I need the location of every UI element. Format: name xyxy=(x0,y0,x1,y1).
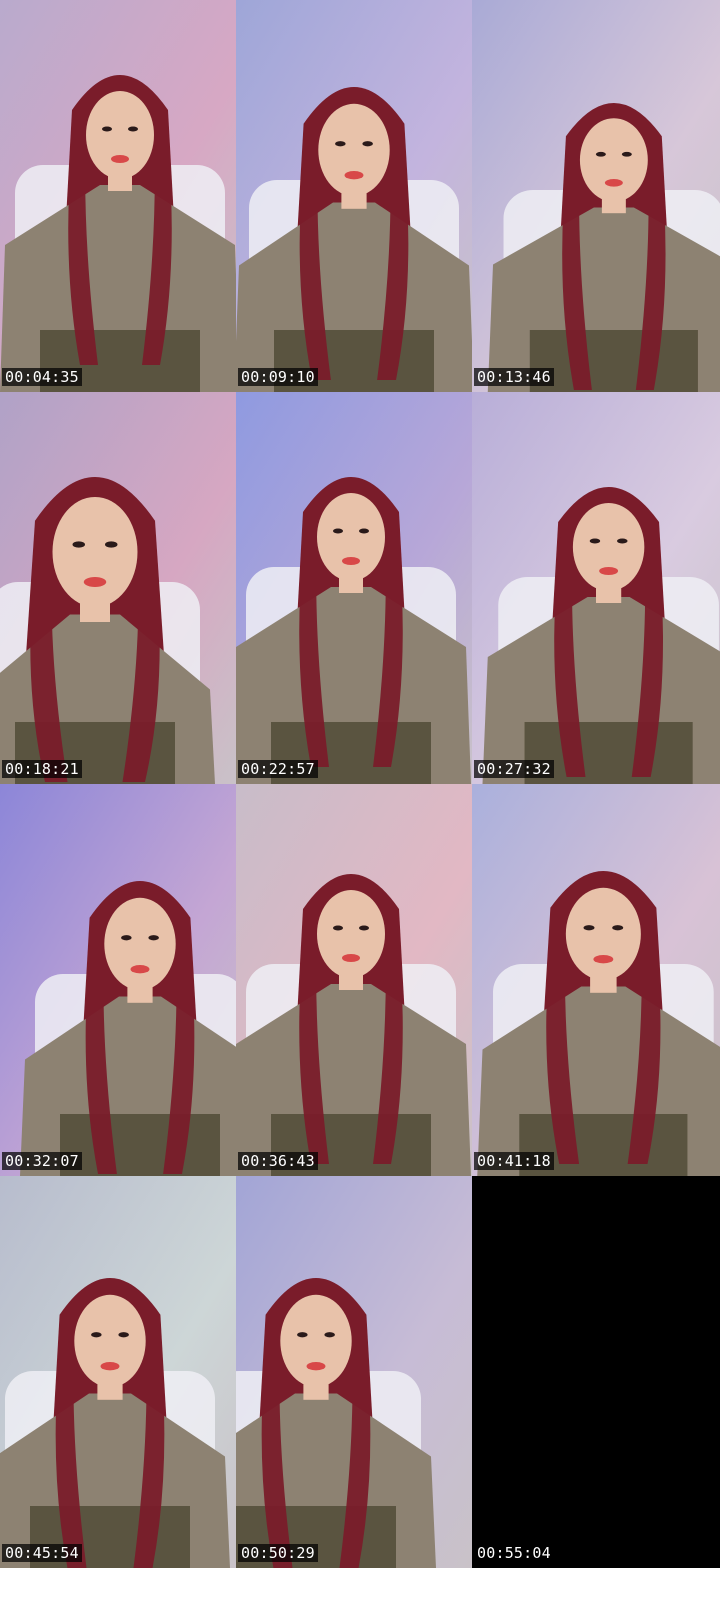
timestamp-label: 00:55:04 xyxy=(474,1544,554,1562)
video-thumbnail[interactable]: 00:41:18 xyxy=(472,784,720,1176)
video-thumbnail[interactable]: 00:45:54 xyxy=(0,1176,236,1568)
video-thumbnail[interactable]: 00:09:10 xyxy=(236,0,472,392)
timestamp-label: 00:36:43 xyxy=(238,1152,318,1170)
frame-image xyxy=(472,784,720,1176)
frame-image xyxy=(0,784,236,1176)
frame-image xyxy=(472,392,720,784)
timestamp-label: 00:22:57 xyxy=(238,760,318,778)
timestamp-label: 00:50:29 xyxy=(238,1544,318,1562)
timestamp-label: 00:27:32 xyxy=(474,760,554,778)
frame-image xyxy=(0,0,236,392)
timestamp-label: 00:32:07 xyxy=(2,1152,82,1170)
timestamp-label: 00:13:46 xyxy=(474,368,554,386)
video-thumbnail[interactable]: 00:18:21 xyxy=(0,392,236,784)
video-thumbnail[interactable]: 00:36:43 xyxy=(236,784,472,1176)
video-thumbnail[interactable]: 00:04:35 xyxy=(0,0,236,392)
timestamp-label: 00:45:54 xyxy=(2,1544,82,1562)
frame-image xyxy=(236,0,472,392)
video-thumbnail[interactable]: 00:32:07 xyxy=(0,784,236,1176)
video-thumbnail[interactable]: 00:55:04 xyxy=(472,1176,720,1568)
frame-image xyxy=(472,0,720,392)
frame-image xyxy=(236,1176,472,1568)
frame-image xyxy=(236,392,472,784)
timestamp-label: 00:09:10 xyxy=(238,368,318,386)
frame-image xyxy=(0,392,236,784)
frame-image xyxy=(0,1176,236,1568)
frame-image xyxy=(236,784,472,1176)
video-thumbnail[interactable]: 00:50:29 xyxy=(236,1176,472,1568)
timestamp-label: 00:18:21 xyxy=(2,760,82,778)
video-thumbnail[interactable]: 00:27:32 xyxy=(472,392,720,784)
contact-sheet-grid: 00:04:35 00:09:10 00:13:46 00:18:21 00:22:57… xyxy=(0,0,720,1600)
video-thumbnail[interactable]: 00:13:46 xyxy=(472,0,720,392)
timestamp-label: 00:04:35 xyxy=(2,368,82,386)
timestamp-label: 00:41:18 xyxy=(474,1152,554,1170)
video-thumbnail[interactable]: 00:22:57 xyxy=(236,392,472,784)
